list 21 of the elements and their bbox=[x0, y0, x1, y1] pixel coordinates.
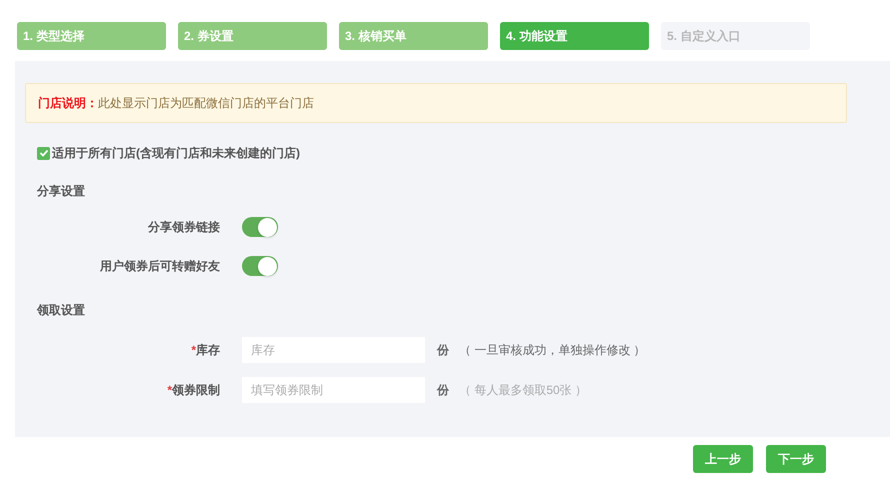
check-icon bbox=[38, 148, 48, 158]
field-hint: （ 每人最多领取50张 ） bbox=[459, 382, 588, 399]
section-title: 分享设置 bbox=[37, 183, 86, 200]
field-label: *库存 bbox=[190, 342, 220, 359]
toggle-label: 用户领券后可转赠好友 bbox=[99, 258, 220, 275]
unit-label: 份 bbox=[437, 342, 449, 359]
notice-text: 此处显示门店为匹配微信门店的平台门店 bbox=[98, 95, 314, 112]
checkbox-label: 适用于所有门店(含现有门店和未来创建的门店) bbox=[52, 145, 300, 162]
toggle-label: 分享领券链接 bbox=[146, 219, 220, 236]
field-label: *领券限制 bbox=[166, 382, 220, 399]
input-field[interactable]: 填写领券限制 bbox=[242, 377, 425, 403]
unit-label: 份 bbox=[437, 382, 449, 399]
notice-title: 门店说明： bbox=[38, 95, 98, 112]
previous-step-button[interactable]: 上一步 bbox=[693, 445, 753, 473]
toggle-switch[interactable] bbox=[242, 256, 278, 276]
section-title: 领取设置 bbox=[37, 302, 86, 319]
input-field[interactable]: 库存 bbox=[242, 337, 425, 363]
checkbox[interactable] bbox=[37, 146, 50, 160]
next-step-button[interactable]: 下一步 bbox=[766, 445, 826, 473]
toggle-switch[interactable] bbox=[242, 217, 278, 237]
field-hint: （ 一旦审核成功，单独操作修改 ） bbox=[459, 342, 646, 359]
